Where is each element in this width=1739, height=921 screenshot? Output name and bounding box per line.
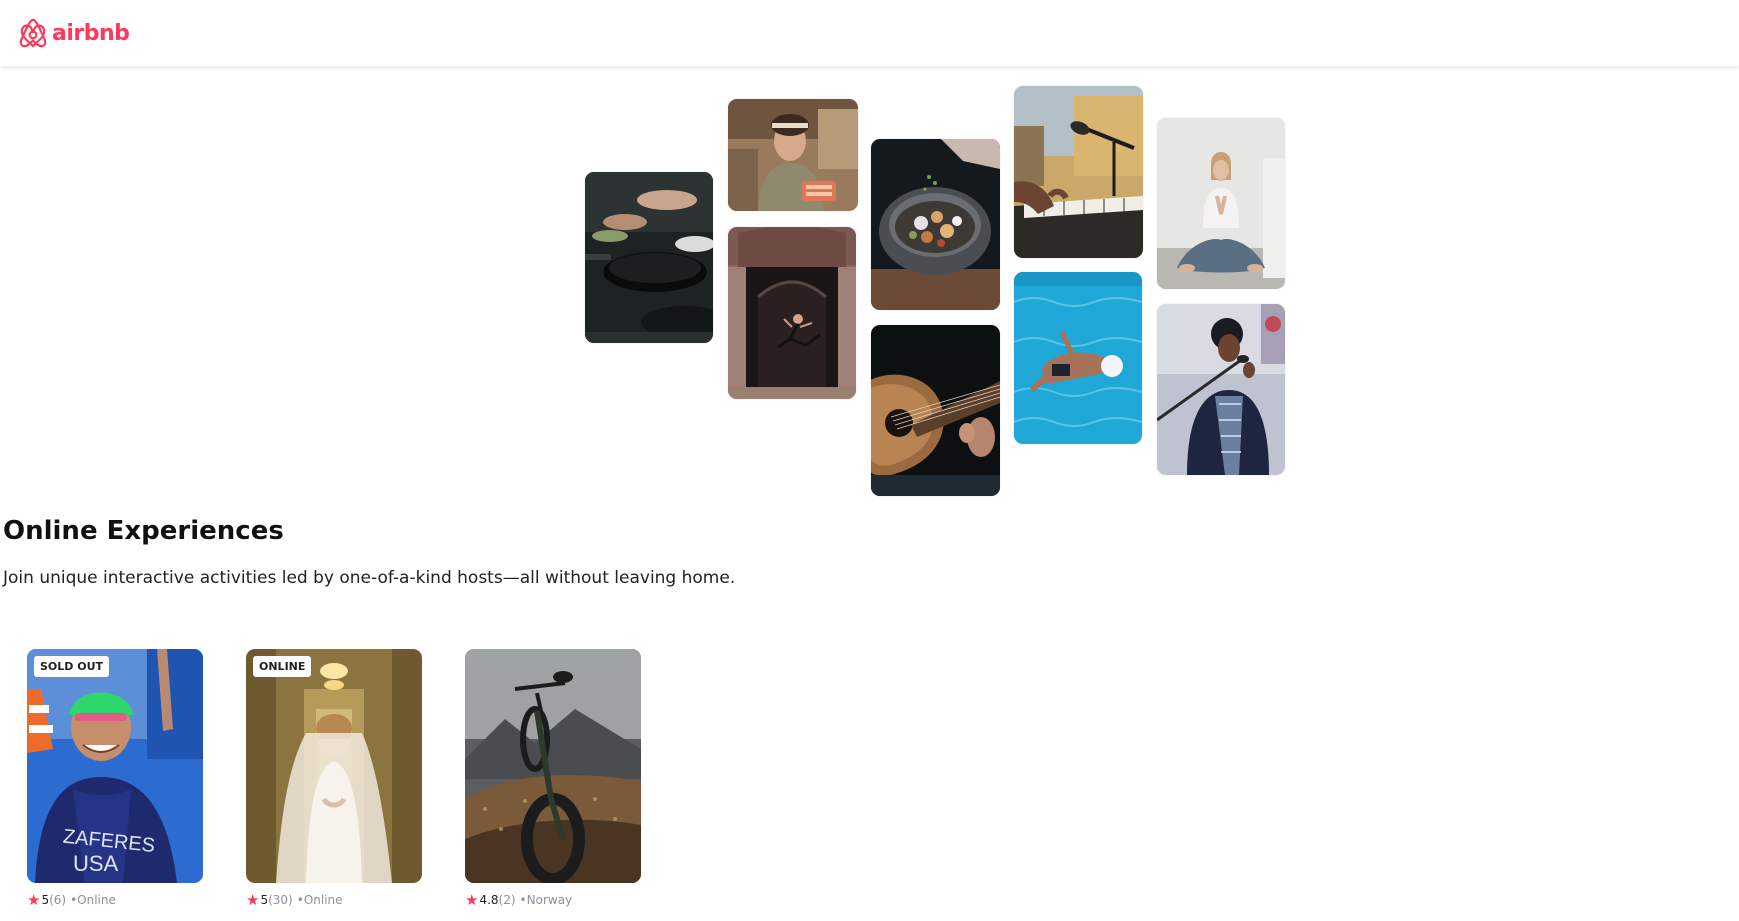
hero-photo-microphone-piano xyxy=(1014,86,1143,258)
card-rating: 4.8 xyxy=(479,893,499,907)
hero-photo-guitar xyxy=(871,325,1000,496)
card-stats: ★ 5 (30) •Online xyxy=(246,891,422,909)
star-icon: ★ xyxy=(27,891,41,909)
airbnb-belo-icon xyxy=(19,18,47,48)
page-subtitle: Join unique interactive activities led b… xyxy=(3,568,736,588)
svg-text:USA: USA xyxy=(73,851,119,876)
status-badge: ONLINE xyxy=(253,656,312,677)
card-location: •Online xyxy=(70,893,116,907)
card-stats: ★ 4.8 (2) •Norway xyxy=(465,891,641,909)
hero-photo-cooking xyxy=(585,172,713,343)
card-location: •Online xyxy=(296,893,343,907)
star-icon: ★ xyxy=(246,891,260,909)
card-photo-mountain-bike[interactable] xyxy=(465,649,641,883)
hero-photo-grid xyxy=(0,66,1739,506)
logo-text: airbnb xyxy=(52,20,130,46)
navbar: airbnb xyxy=(0,0,1739,66)
card-photo-swimmer[interactable]: ZAFERES USA SOLD OUT xyxy=(27,649,203,883)
star-icon: ★ xyxy=(465,891,479,909)
experience-card[interactable]: ONLINE ★ 5 (30) •Online xyxy=(246,649,422,909)
hero-photo-spice-bowl xyxy=(871,139,1000,310)
card-review-count: (30) xyxy=(268,893,293,907)
experience-card[interactable]: ZAFERES USA SOLD OUT ★ 5 (6) •Online xyxy=(27,649,203,909)
card-stats: ★ 5 (6) •Online xyxy=(27,891,203,909)
hero-photo-swimmer xyxy=(1014,272,1142,444)
hero-photo-dancer xyxy=(728,227,856,399)
card-rating: 5 xyxy=(260,893,269,907)
card-location: •Norway xyxy=(519,893,573,907)
hero-photo-singer xyxy=(1157,304,1285,475)
experience-card[interactable]: ★ 4.8 (2) •Norway xyxy=(465,649,641,909)
hero-photo-host-woman xyxy=(728,99,858,211)
airbnb-logo[interactable]: airbnb xyxy=(18,17,130,49)
card-review-count: (2) xyxy=(498,893,516,907)
hero-photo-yoga xyxy=(1157,118,1285,289)
card-rating: 5 xyxy=(41,893,50,907)
card-review-count: (6) xyxy=(49,893,67,907)
card-photo-bride[interactable]: ONLINE xyxy=(246,649,422,883)
status-badge: SOLD OUT xyxy=(34,656,110,677)
page-title: Online Experiences xyxy=(3,516,284,546)
